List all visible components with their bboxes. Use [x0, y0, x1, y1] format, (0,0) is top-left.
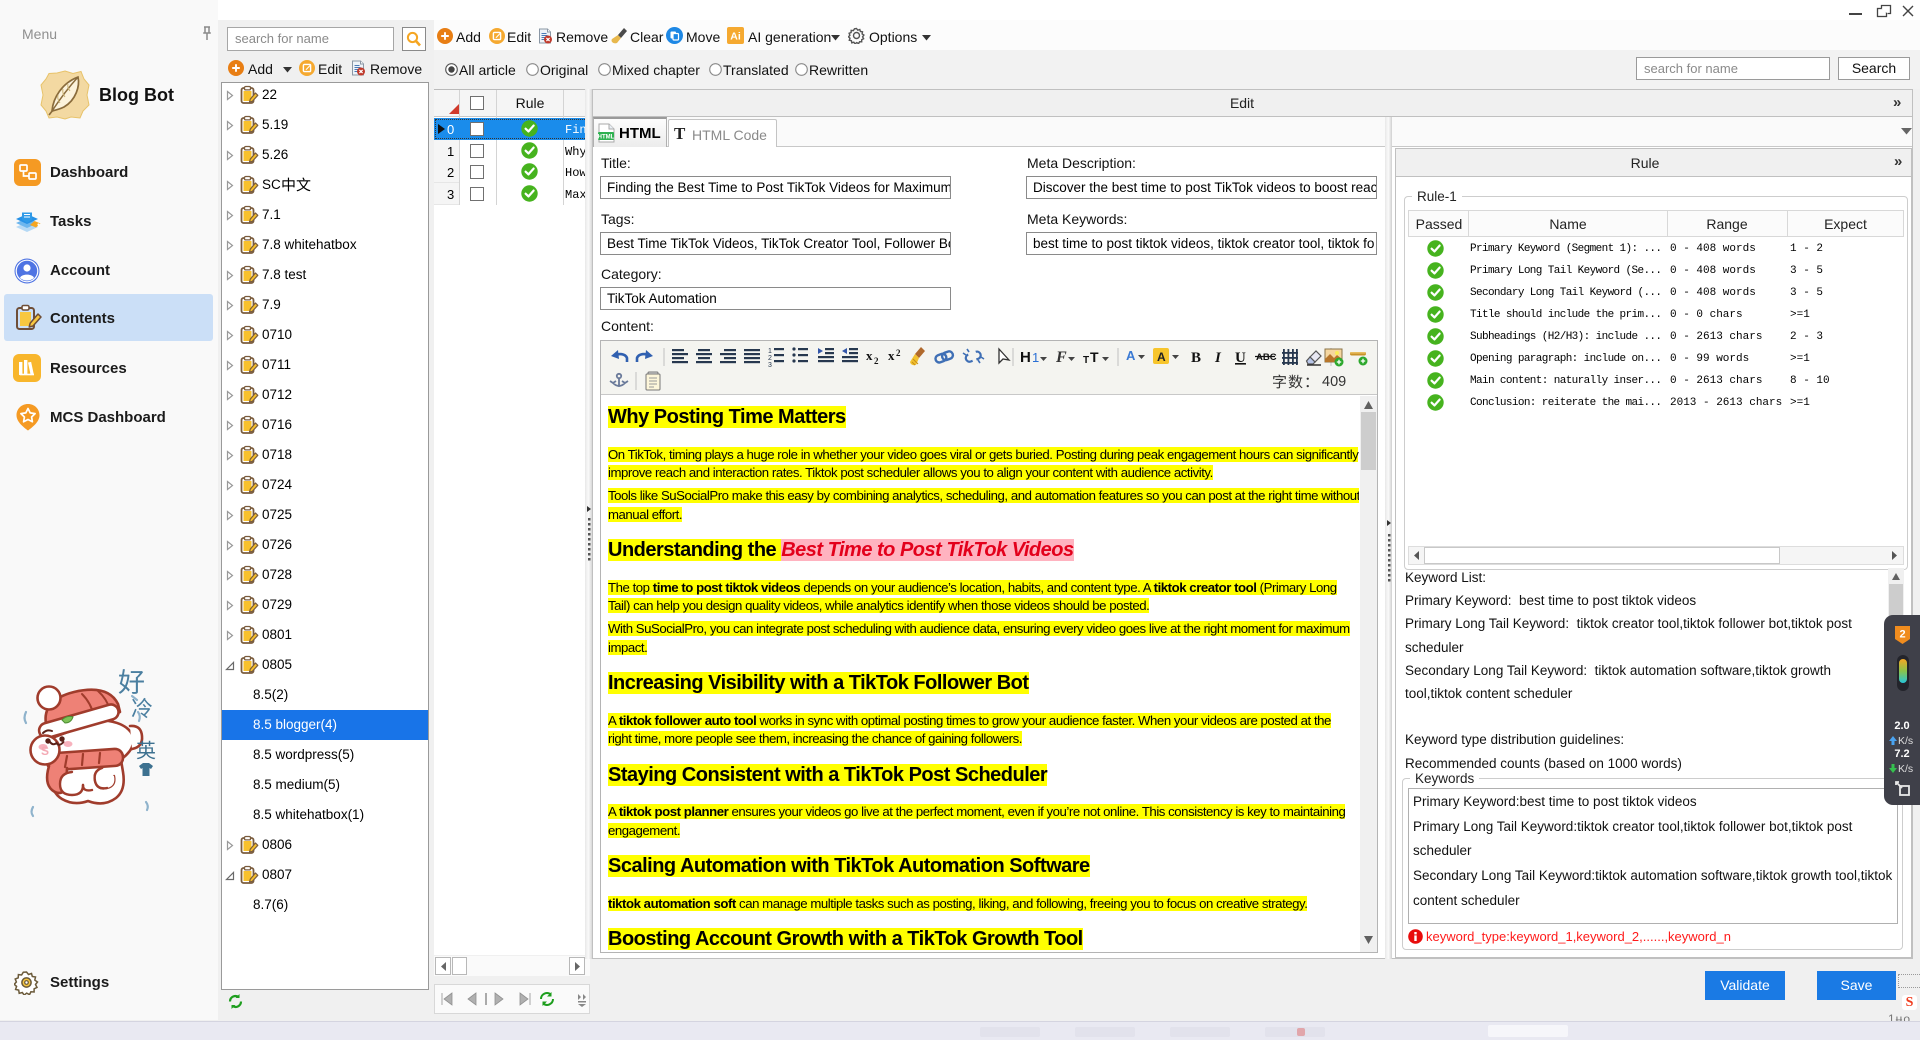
svg-text:A: A — [1157, 350, 1166, 364]
svg-text:B: B — [1191, 350, 1201, 366]
svg-text:1: 1 — [768, 348, 772, 355]
svg-text:T: T — [1083, 355, 1089, 366]
svg-text:x: x — [866, 348, 873, 363]
svg-text:H: H — [1020, 349, 1031, 366]
svg-text:A: A — [1126, 348, 1136, 363]
svg-text:S: S — [41, 744, 49, 758]
svg-text:2: 2 — [896, 348, 901, 358]
svg-text:T: T — [1090, 349, 1099, 365]
svg-text:2: 2 — [768, 355, 772, 362]
svg-text:HTML: HTML — [598, 135, 615, 141]
svg-text:x: x — [888, 348, 895, 363]
svg-text:ABC: ABC — [1256, 352, 1277, 363]
svg-text:1: 1 — [1032, 350, 1039, 365]
svg-text:2: 2 — [1899, 629, 1905, 641]
svg-text:3: 3 — [768, 362, 772, 368]
svg-text:2: 2 — [874, 356, 879, 366]
svg-text:F: F — [1055, 349, 1067, 366]
svg-text:Ai: Ai — [730, 31, 741, 43]
svg-text:I: I — [1214, 350, 1222, 366]
